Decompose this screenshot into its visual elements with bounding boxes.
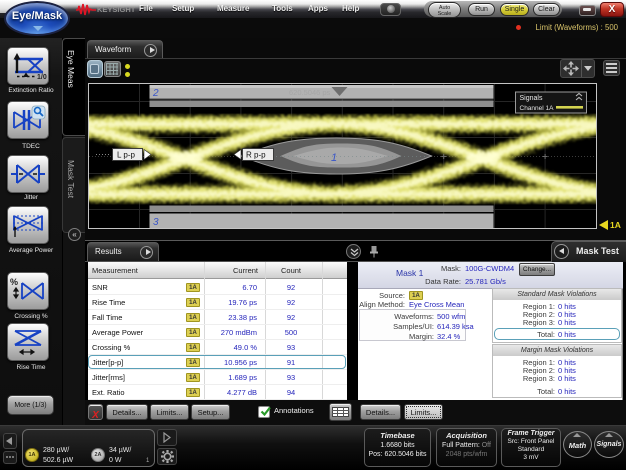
svg-text:3: 3	[153, 217, 159, 228]
svg-text:L p-p: L p-p	[117, 151, 135, 160]
svg-text:2: 2	[152, 88, 159, 99]
svg-text:1: 1	[331, 152, 337, 164]
svg-text:1/0: 1/0	[37, 74, 47, 81]
svg-text:Channel 1A: Channel 1A	[520, 105, 555, 112]
svg-text:%: %	[10, 277, 18, 287]
svg-text:R p-p: R p-p	[246, 151, 266, 160]
svg-text:Signals: Signals	[520, 95, 543, 102]
svg-text:620.5046 ps: 620.5046 ps	[289, 88, 331, 97]
